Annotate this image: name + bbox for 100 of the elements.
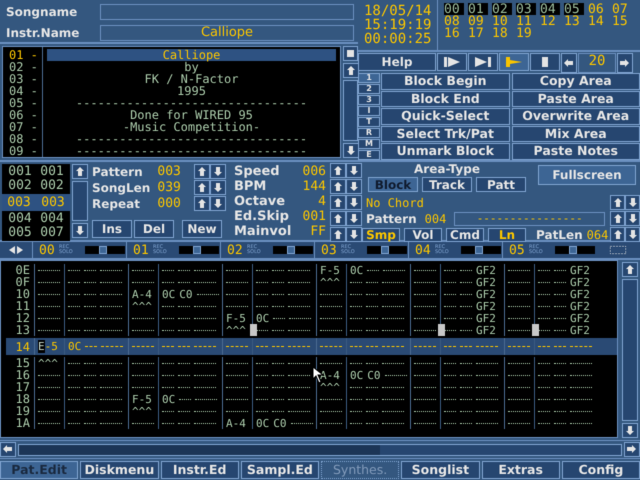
play-button[interactable] bbox=[499, 53, 529, 71]
side-tab[interactable]: 1 bbox=[358, 73, 380, 83]
block-button[interactable]: Paste Area bbox=[512, 90, 640, 108]
down-button[interactable] bbox=[346, 179, 362, 194]
track-number[interactable]: 01 bbox=[468, 3, 488, 15]
track-number[interactable]: 13 bbox=[564, 15, 584, 27]
track-number[interactable]: 19 bbox=[516, 27, 536, 39]
track-number[interactable]: 16 bbox=[444, 27, 464, 39]
menu-tab[interactable]: Extras bbox=[482, 461, 560, 479]
song-name-field[interactable] bbox=[100, 4, 354, 20]
left-button[interactable] bbox=[0, 442, 16, 457]
block-button[interactable]: Unmark Block bbox=[381, 143, 510, 160]
text-line[interactable]: Done for WIRED 95 bbox=[47, 109, 336, 121]
volume-slider[interactable] bbox=[273, 246, 313, 254]
position-row[interactable]: 002 002 bbox=[4, 179, 68, 193]
volume-slider[interactable] bbox=[367, 246, 407, 254]
song-button[interactable]: New bbox=[182, 220, 222, 238]
down-button[interactable] bbox=[346, 227, 362, 242]
column-toggle[interactable]: Cmd bbox=[446, 228, 484, 242]
down-button[interactable] bbox=[346, 163, 362, 178]
down-button[interactable] bbox=[72, 223, 88, 238]
menu-tab[interactable]: Instr.Ed bbox=[160, 461, 239, 479]
down-button[interactable] bbox=[346, 195, 362, 210]
block-button[interactable]: Overwrite Area bbox=[512, 108, 640, 125]
right-button[interactable] bbox=[617, 53, 633, 73]
play-pattern-button[interactable] bbox=[468, 53, 498, 71]
up-button[interactable] bbox=[330, 211, 346, 226]
area-type-option[interactable]: Track bbox=[422, 177, 472, 192]
track-number[interactable]: 15 bbox=[612, 15, 632, 27]
up-button[interactable] bbox=[194, 180, 210, 195]
slider-thumb[interactable] bbox=[475, 246, 484, 254]
menu-tab[interactable]: Diskmenu bbox=[80, 461, 158, 479]
track-number[interactable]: 12 bbox=[540, 15, 560, 27]
block-button[interactable]: Paste Notes bbox=[512, 143, 640, 160]
scrollbar-track[interactable] bbox=[343, 80, 358, 141]
side-tab[interactable]: 2 bbox=[358, 84, 380, 94]
help-button[interactable]: Help bbox=[358, 53, 436, 71]
side-tab[interactable]: R bbox=[358, 128, 380, 138]
song-button[interactable]: Ins bbox=[92, 220, 132, 238]
track-number[interactable]: 03 bbox=[516, 3, 536, 15]
up-button[interactable] bbox=[72, 164, 88, 179]
position-row[interactable]: 005 007 bbox=[4, 226, 68, 240]
track-number[interactable]: 11 bbox=[516, 15, 536, 27]
menu-tab[interactable]: Config bbox=[562, 461, 640, 479]
volume-slider[interactable] bbox=[179, 246, 219, 254]
track-number[interactable]: 08 bbox=[444, 15, 464, 27]
side-tab[interactable]: E bbox=[358, 150, 380, 160]
track-number[interactable]: 14 bbox=[588, 15, 608, 27]
down-button[interactable] bbox=[346, 211, 362, 226]
up-button[interactable] bbox=[330, 227, 346, 242]
slider-thumb[interactable] bbox=[287, 246, 296, 254]
area-type-option[interactable]: Patt bbox=[476, 177, 526, 192]
down-button[interactable] bbox=[210, 164, 226, 179]
block-button[interactable]: Block Begin bbox=[381, 73, 510, 90]
down-button[interactable] bbox=[625, 227, 640, 242]
track-number[interactable]: 00 bbox=[444, 3, 464, 15]
up-button[interactable] bbox=[330, 195, 346, 210]
scrollbar-thumb[interactable] bbox=[19, 444, 380, 454]
stop-button[interactable] bbox=[343, 46, 358, 61]
down-button[interactable] bbox=[343, 143, 359, 158]
block-button[interactable]: Select Trk/Pat bbox=[381, 126, 510, 142]
down-button[interactable] bbox=[622, 423, 638, 438]
right-button[interactable] bbox=[624, 442, 640, 457]
position-row[interactable]: 004 004 bbox=[4, 212, 68, 226]
down-button[interactable] bbox=[625, 211, 640, 226]
text-line[interactable]: -------------------------------- bbox=[47, 97, 336, 109]
up-button[interactable] bbox=[610, 227, 625, 242]
scrollbar-track[interactable] bbox=[18, 444, 622, 456]
slider-thumb[interactable] bbox=[569, 246, 578, 254]
track-number[interactable]: 02 bbox=[492, 3, 512, 15]
up-button[interactable] bbox=[194, 196, 210, 211]
position-row[interactable]: 001 001 bbox=[4, 165, 68, 179]
text-line[interactable]: FK / N-Factor bbox=[47, 73, 336, 85]
volume-slider[interactable] bbox=[85, 246, 125, 254]
down-button[interactable] bbox=[210, 196, 226, 211]
down-button[interactable] bbox=[625, 195, 640, 210]
scrollbar-track[interactable] bbox=[622, 279, 638, 421]
block-button[interactable]: Block End bbox=[381, 90, 510, 108]
column-toggle[interactable]: Vol bbox=[404, 228, 442, 242]
instrument-name-field[interactable]: Calliope bbox=[100, 25, 354, 41]
block-button[interactable]: Mix Area bbox=[512, 126, 640, 142]
up-button[interactable] bbox=[343, 63, 359, 78]
side-tab[interactable]: M bbox=[358, 139, 380, 149]
volume-slider[interactable] bbox=[461, 246, 501, 254]
volume-slider[interactable] bbox=[555, 246, 595, 254]
text-line[interactable]: -------------------------------- bbox=[47, 133, 336, 145]
down-button[interactable] bbox=[210, 180, 226, 195]
text-line[interactable]: -Music Competition- bbox=[47, 121, 336, 133]
block-button[interactable]: Copy Area bbox=[512, 73, 640, 90]
track-number[interactable]: 09 bbox=[468, 15, 488, 27]
up-button[interactable] bbox=[622, 262, 638, 277]
track-number[interactable]: 04 bbox=[540, 3, 560, 15]
up-button[interactable] bbox=[610, 195, 625, 210]
up-button[interactable] bbox=[610, 211, 625, 226]
track-number[interactable]: 17 bbox=[468, 27, 488, 39]
slider-thumb[interactable] bbox=[99, 246, 108, 254]
track-number[interactable]: 06 bbox=[588, 3, 608, 15]
track-number[interactable]: 18 bbox=[492, 27, 512, 39]
stop-button[interactable] bbox=[530, 53, 560, 71]
scrollbar-track[interactable] bbox=[72, 181, 88, 221]
